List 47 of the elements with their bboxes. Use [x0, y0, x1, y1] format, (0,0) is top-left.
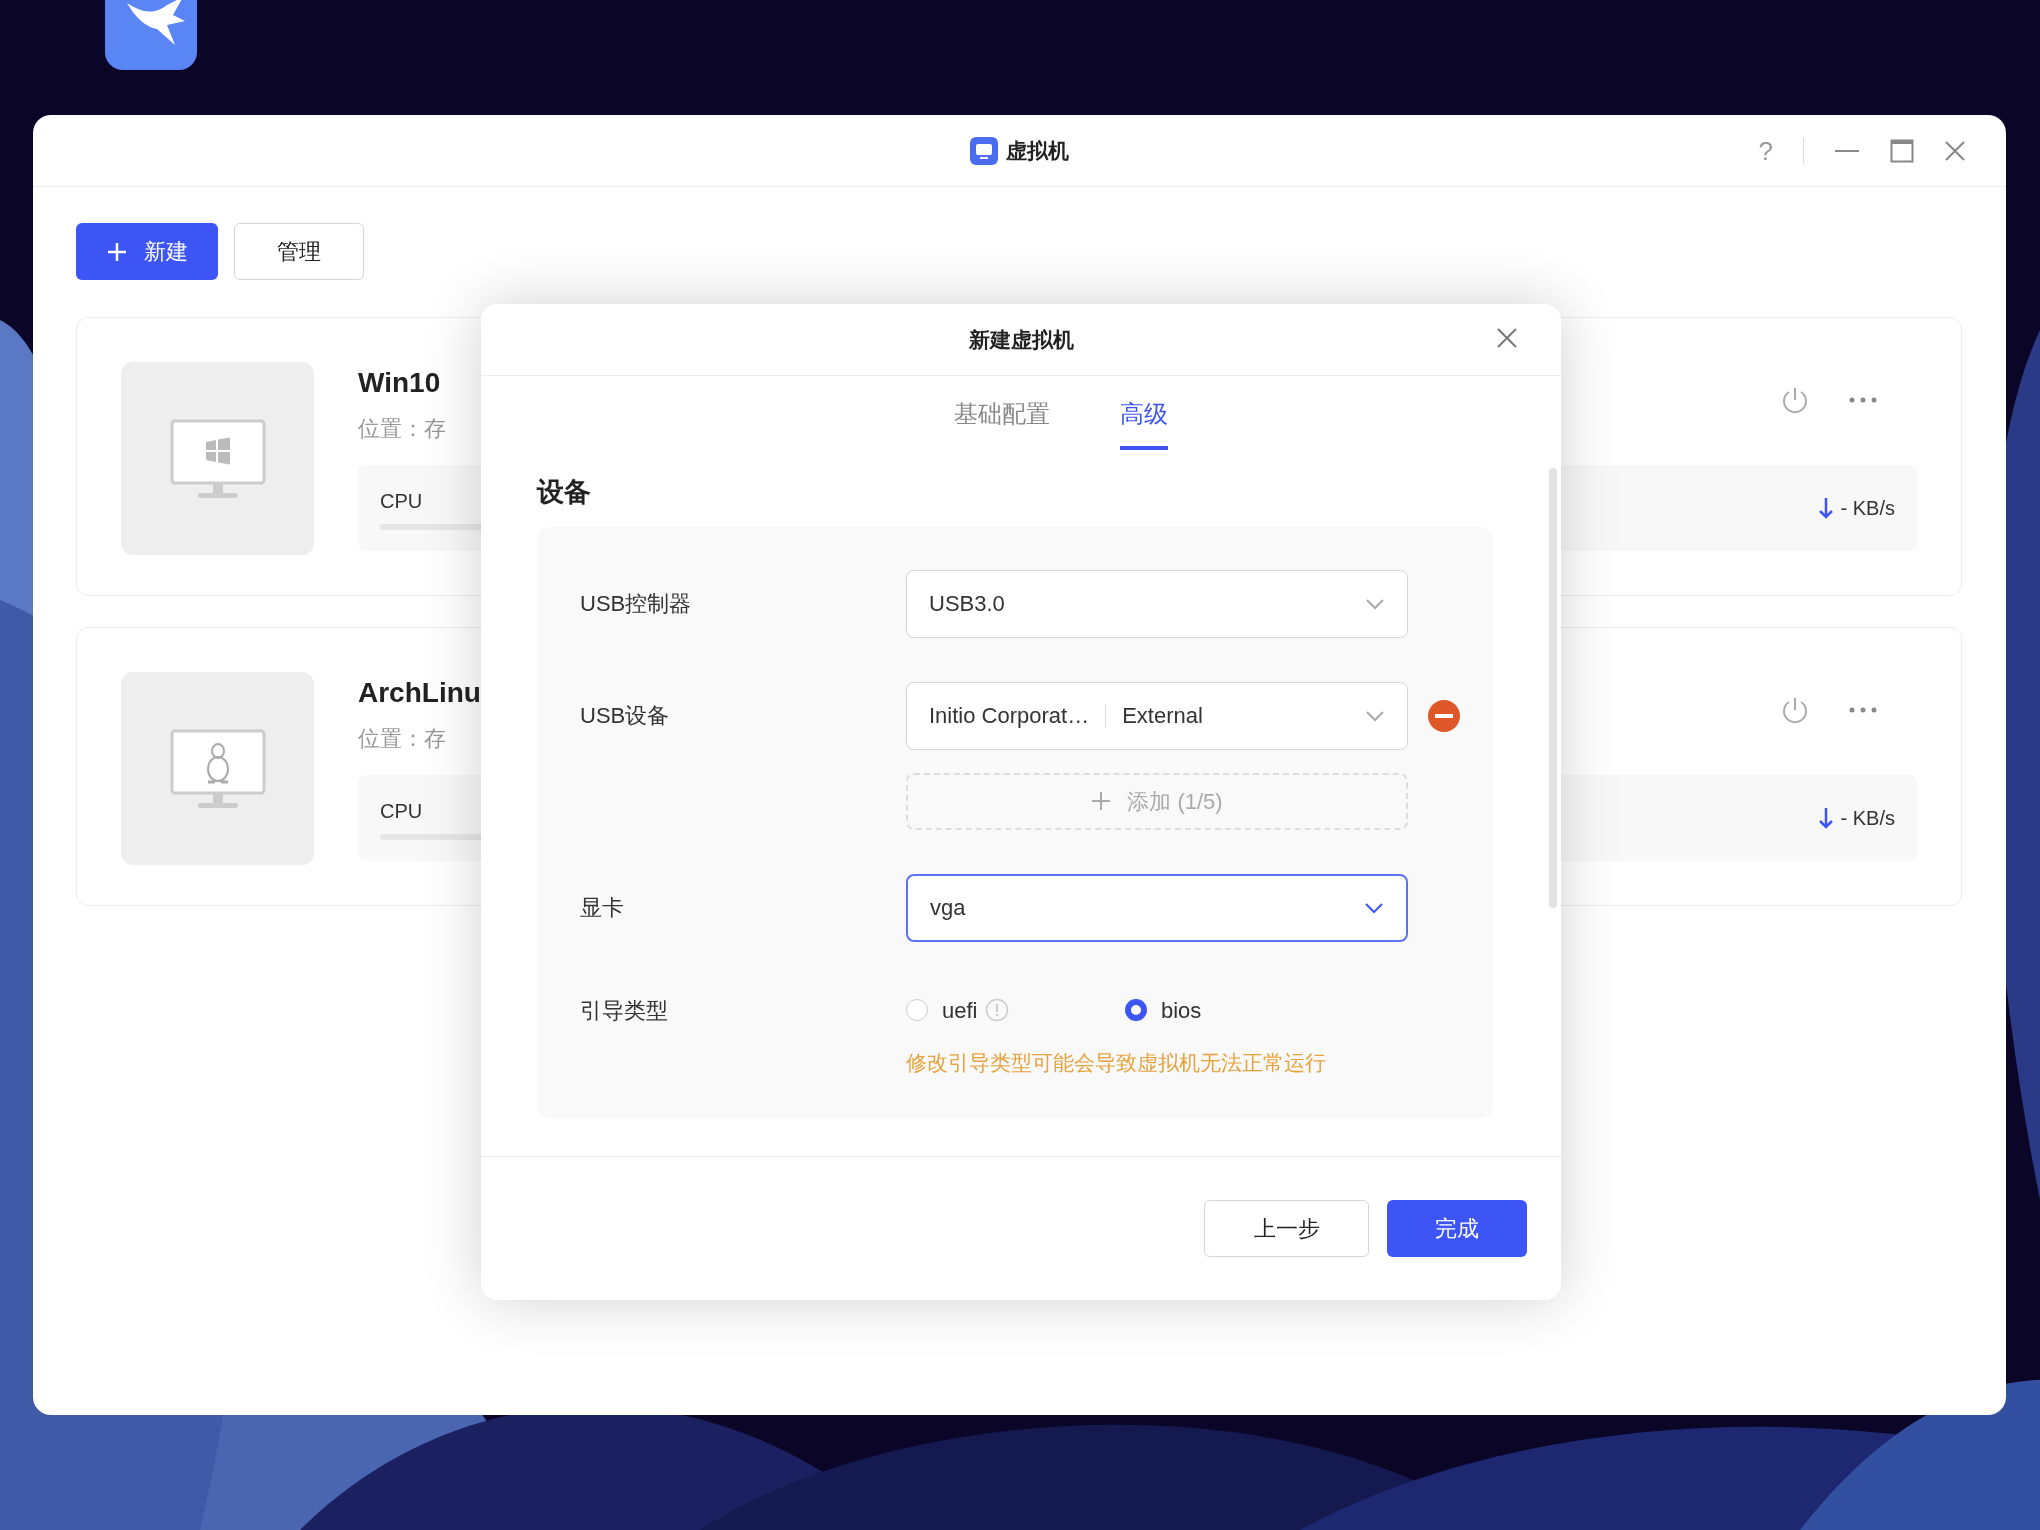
arrow-down-icon	[1818, 497, 1833, 519]
chevron-down-icon	[1365, 597, 1385, 610]
power-icon[interactable]	[1781, 696, 1809, 724]
field-label: 引导类型	[580, 996, 669, 1025]
window-title: 虚拟机	[1006, 137, 1069, 164]
select-field[interactable]: Initio Corporat… External	[906, 681, 1408, 750]
select-field[interactable]: vga	[906, 873, 1408, 942]
section-title: 设备	[537, 476, 592, 509]
field-label: USB设备	[580, 701, 671, 730]
chevron-down-icon	[1365, 709, 1385, 722]
power-icon[interactable]	[1781, 386, 1809, 414]
dialog-title: 新建虚拟机	[968, 326, 1074, 353]
field-label: 显卡	[580, 893, 625, 922]
download-speed: - KB/s	[1840, 496, 1895, 521]
new-button[interactable]: 新建	[76, 223, 218, 280]
vm-name: ArchLinu	[358, 676, 481, 710]
radio-button[interactable]	[1125, 999, 1147, 1021]
scrollbar-thumb[interactable]	[1549, 468, 1557, 908]
cpu-label: CPU	[380, 799, 424, 824]
arrow-down-icon	[1818, 807, 1833, 829]
cpu-label: CPU	[380, 489, 424, 514]
close-icon[interactable]	[1497, 328, 1517, 348]
more-icon[interactable]	[1849, 707, 1877, 713]
vm-name: Win10	[358, 366, 442, 400]
radio-label: bios	[1161, 996, 1202, 1025]
vm-location: 位置：存	[358, 725, 447, 753]
plus-icon	[1091, 791, 1112, 811]
app-icon	[970, 136, 998, 165]
help-button[interactable]: ?	[1758, 131, 1773, 171]
maximize-icon[interactable]	[1890, 139, 1914, 163]
tab[interactable]: 基础配置	[954, 384, 1050, 450]
select-field[interactable]: USB3.0	[906, 569, 1408, 638]
radio-label: uefi	[942, 996, 978, 1025]
remove-icon[interactable]	[1428, 699, 1460, 732]
download-speed: - KB/s	[1840, 806, 1895, 831]
manage-button[interactable]: 管理	[234, 223, 364, 280]
tab[interactable]: 高级	[1120, 384, 1168, 450]
back-button[interactable]: 上一步	[1204, 1200, 1369, 1257]
field-label: USB控制器	[580, 589, 693, 618]
more-icon[interactable]	[1849, 397, 1877, 403]
close-icon[interactable]	[1944, 140, 1966, 162]
finish-button[interactable]: 完成	[1387, 1200, 1527, 1257]
warning-text: 修改引导类型可能会导致虚拟机无法正常运行	[906, 1049, 1327, 1076]
bird-icon[interactable]	[105, 0, 197, 70]
chevron-down-icon	[1364, 901, 1384, 914]
vm-location: 位置：存	[358, 415, 446, 443]
plus-icon	[106, 240, 128, 263]
